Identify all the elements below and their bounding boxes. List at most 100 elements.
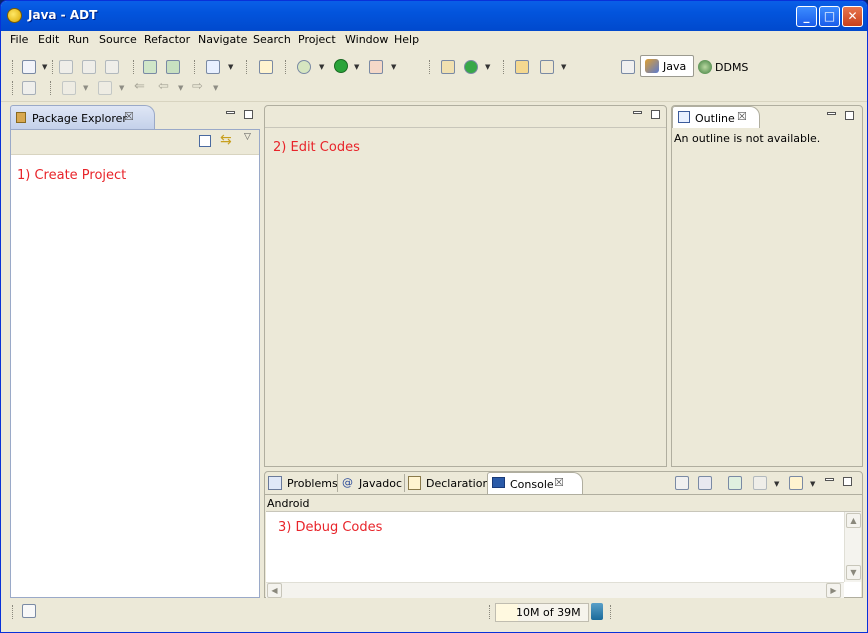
fast-view-icon[interactable] bbox=[22, 604, 36, 618]
lint-check-icon[interactable] bbox=[206, 60, 220, 74]
close-tab-icon[interactable]: ☒ bbox=[737, 110, 747, 123]
tab-package-explorer[interactable]: Package Explorer ☒ bbox=[10, 105, 155, 129]
menu-refactor[interactable]: Refactor bbox=[144, 33, 190, 46]
tab-console[interactable]: Console ☒ bbox=[487, 472, 583, 494]
ddms-perspective-icon bbox=[698, 60, 712, 74]
save-all-icon[interactable] bbox=[82, 60, 96, 74]
package-explorer-tabbar: Package Explorer ☒ bbox=[10, 105, 260, 129]
maximize-view-icon[interactable] bbox=[843, 477, 852, 486]
menu-navigate[interactable]: Navigate bbox=[198, 33, 247, 46]
clear-console-icon[interactable] bbox=[675, 476, 689, 490]
edit-codes-annotation: 2) Edit Codes bbox=[273, 140, 360, 155]
new-class-dropdown-icon[interactable]: ▼ bbox=[485, 63, 490, 71]
close-button[interactable]: ✕ bbox=[842, 6, 863, 27]
console-icon bbox=[492, 477, 505, 488]
previous-annotation-icon[interactable] bbox=[98, 81, 112, 95]
display-console-icon[interactable] bbox=[753, 476, 767, 490]
debug-dropdown-icon[interactable]: ▼ bbox=[319, 63, 324, 71]
external-tools-dropdown-icon[interactable]: ▼ bbox=[391, 63, 396, 71]
minimize-view-icon[interactable] bbox=[825, 478, 834, 481]
minimize-view-icon[interactable] bbox=[226, 111, 235, 114]
new-icon[interactable] bbox=[22, 60, 36, 74]
console-vertical-scrollbar[interactable]: ▲ ▼ bbox=[844, 512, 861, 582]
collapse-all-icon[interactable] bbox=[199, 135, 211, 147]
scroll-up-icon[interactable]: ▲ bbox=[846, 513, 861, 528]
close-tab-icon[interactable]: ☒ bbox=[554, 476, 564, 489]
menu-edit[interactable]: Edit bbox=[38, 33, 59, 46]
link-editor-icon[interactable]: ⇆ bbox=[220, 132, 232, 148]
back-dropdown-icon[interactable]: ▼ bbox=[178, 84, 183, 92]
forward-dropdown-icon[interactable]: ▼ bbox=[213, 84, 218, 92]
sdk-manager-icon[interactable] bbox=[143, 60, 157, 74]
maximize-view-icon[interactable] bbox=[244, 110, 253, 119]
editor-area[interactable]: 2) Edit Codes bbox=[264, 105, 667, 467]
garbage-collect-icon[interactable] bbox=[591, 603, 603, 620]
menu-source[interactable]: Source bbox=[99, 33, 137, 46]
tab-declaration[interactable]: Declaration bbox=[426, 477, 489, 490]
run-icon[interactable] bbox=[334, 59, 348, 73]
minimize-view-icon[interactable] bbox=[827, 112, 836, 115]
open-perspective-icon[interactable] bbox=[621, 60, 635, 74]
perspective-ddms-button[interactable]: DDMS bbox=[697, 59, 757, 77]
scroll-left-icon[interactable]: ◀ bbox=[267, 583, 282, 598]
previous-annotation-dropdown-icon[interactable]: ▼ bbox=[119, 84, 124, 92]
maximize-button[interactable]: □ bbox=[819, 6, 840, 27]
menu-search[interactable]: Search bbox=[253, 33, 291, 46]
new-java-class-icon[interactable] bbox=[464, 60, 478, 74]
console-horizontal-scrollbar[interactable]: ◀ ▶ bbox=[266, 582, 844, 598]
open-console-icon[interactable] bbox=[789, 476, 803, 490]
menu-help[interactable]: Help bbox=[394, 33, 419, 46]
pin-console-icon[interactable] bbox=[728, 476, 742, 490]
minimize-button[interactable]: _ bbox=[796, 6, 817, 27]
display-console-dropdown-icon[interactable]: ▼ bbox=[774, 480, 779, 488]
save-icon[interactable] bbox=[59, 60, 73, 74]
scroll-right-icon[interactable]: ▶ bbox=[826, 583, 841, 598]
print-icon[interactable] bbox=[105, 60, 119, 74]
toolbar-grip bbox=[12, 81, 14, 95]
external-tools-icon[interactable] bbox=[369, 60, 383, 74]
close-tab-icon[interactable]: ☒ bbox=[124, 110, 134, 123]
forward-icon[interactable]: ⇨ bbox=[192, 79, 203, 94]
outline-panel: Outline ☒ An outline is not available. bbox=[671, 105, 863, 467]
run-dropdown-icon[interactable]: ▼ bbox=[354, 63, 359, 71]
next-annotation-icon[interactable] bbox=[62, 81, 76, 95]
lint-dropdown-icon[interactable]: ▼ bbox=[228, 63, 233, 71]
outline-icon bbox=[678, 111, 690, 123]
debug-icon[interactable] bbox=[297, 60, 311, 74]
toolbar-grip[interactable] bbox=[12, 60, 14, 74]
scroll-down-icon[interactable]: ▼ bbox=[846, 565, 861, 580]
toolbar-grip bbox=[50, 81, 52, 95]
avd-manager-icon[interactable] bbox=[166, 60, 180, 74]
perspective-java-button[interactable]: Java bbox=[640, 55, 694, 77]
menu-run[interactable]: Run bbox=[68, 33, 89, 46]
new-java-package-icon[interactable] bbox=[441, 60, 455, 74]
open-type-icon[interactable] bbox=[515, 60, 529, 74]
new-dropdown-icon[interactable]: ▼ bbox=[42, 63, 47, 71]
last-edit-icon[interactable]: ⇐ bbox=[134, 79, 145, 94]
console-label: Console bbox=[510, 478, 554, 491]
app-window: Java - ADT _ □ ✕ File Edit Run Source Re… bbox=[0, 0, 868, 633]
back-icon[interactable]: ⇦ bbox=[158, 79, 169, 94]
tab-problems[interactable]: Problems bbox=[287, 477, 338, 490]
tab-javadoc[interactable]: Javadoc bbox=[359, 477, 402, 490]
search-dropdown-icon[interactable]: ▼ bbox=[561, 63, 566, 71]
menu-file[interactable]: File bbox=[10, 33, 28, 46]
console-output[interactable]: 3) Debug Codes ▲ ▼ ◀ ▶ bbox=[266, 511, 861, 598]
tab-outline[interactable]: Outline ☒ bbox=[672, 106, 760, 128]
toggle-mark-occurrences-icon[interactable] bbox=[22, 81, 36, 95]
scroll-lock-icon[interactable] bbox=[698, 476, 712, 490]
open-console-dropdown-icon[interactable]: ▼ bbox=[810, 480, 815, 488]
menu-bar: File Edit Run Source Refactor Navigate S… bbox=[1, 31, 867, 48]
view-menu-icon[interactable]: ▽ bbox=[244, 132, 251, 142]
menu-project[interactable]: Project bbox=[298, 33, 336, 46]
title-bar[interactable]: Java - ADT _ □ ✕ bbox=[1, 1, 867, 31]
search-icon[interactable] bbox=[540, 60, 554, 74]
next-annotation-dropdown-icon[interactable]: ▼ bbox=[83, 84, 88, 92]
package-explorer-toolbar: ⇆ ▽ bbox=[11, 130, 259, 155]
package-explorer-label: Package Explorer bbox=[32, 112, 127, 125]
new-android-project-icon[interactable] bbox=[259, 60, 273, 74]
app-icon bbox=[7, 8, 22, 23]
menu-window[interactable]: Window bbox=[345, 33, 388, 46]
toolbar-grip bbox=[489, 605, 491, 619]
maximize-view-icon[interactable] bbox=[845, 111, 854, 120]
